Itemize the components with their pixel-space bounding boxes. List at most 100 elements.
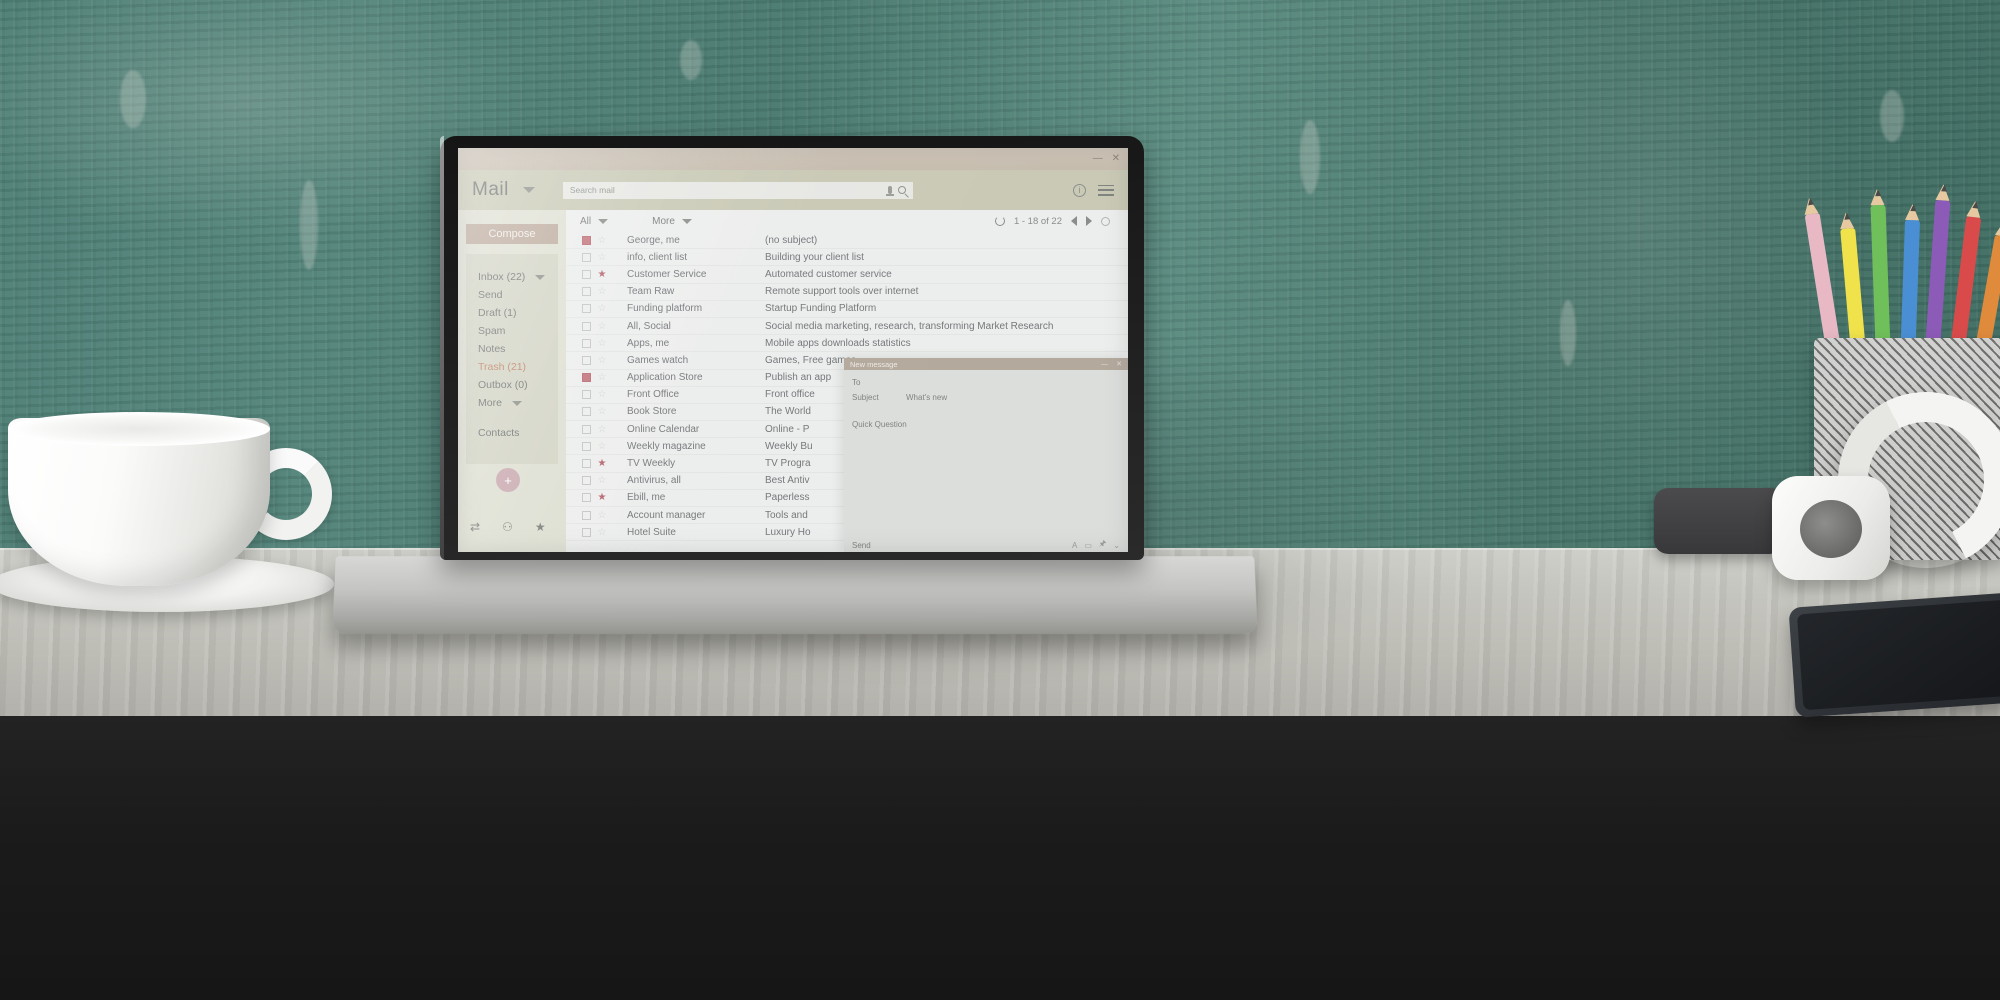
chevron-down-icon[interactable] (511, 400, 522, 406)
email-sender: info, client list (627, 251, 688, 263)
row-checkbox[interactable] (582, 527, 591, 537)
email-subject: Social media marketing, research, transf… (765, 320, 1054, 332)
star-icon[interactable]: ☆ (591, 510, 613, 521)
send-button[interactable]: Send (852, 541, 871, 550)
chevron-down-icon[interactable] (522, 187, 535, 193)
row-checkbox[interactable] (582, 476, 591, 486)
star-icon[interactable]: ☆ (591, 286, 613, 297)
table-row[interactable]: ☆ Team Raw Remote support tools over int… (566, 284, 1128, 301)
minimize-button[interactable]: — (1093, 154, 1103, 164)
more-actions-dropdown[interactable]: More (652, 216, 692, 227)
star-icon[interactable]: ☆ (591, 303, 613, 314)
row-checkbox[interactable] (582, 252, 591, 262)
row-checkbox[interactable] (582, 355, 591, 365)
star-icon[interactable]: ☆ (591, 252, 613, 263)
table-row[interactable]: ☆ George, me (no subject) (566, 232, 1128, 250)
search-icon[interactable] (897, 186, 906, 194)
compose-to-row[interactable]: To (852, 376, 1120, 391)
star-icon[interactable]: ☆ (591, 406, 613, 417)
email-sender: All, Social (627, 320, 671, 332)
star-icon[interactable]: ★ (535, 520, 546, 534)
settings-dot-icon[interactable] (1101, 216, 1110, 226)
star-icon[interactable]: ★ (591, 492, 613, 503)
table-row[interactable]: ☆ All, Social Social media marketing, re… (566, 318, 1128, 336)
sidebar-item-draft[interactable]: Draft (1) (478, 304, 558, 322)
email-sender: Apps, me (627, 337, 670, 349)
chevron-down-icon[interactable] (535, 274, 546, 280)
laptop-screen: — ✕ Mail Search mail i Compose Inbox (22… (458, 148, 1128, 552)
sidebar-item-send[interactable]: Send (478, 286, 558, 304)
close-icon[interactable]: ✕ (1116, 360, 1122, 368)
row-checkbox[interactable] (582, 338, 591, 348)
star-icon[interactable]: ☆ (591, 527, 613, 538)
close-button[interactable]: ✕ (1112, 154, 1120, 164)
row-checkbox[interactable] (582, 441, 591, 451)
row-checkbox[interactable] (582, 321, 591, 331)
compose-button[interactable]: Compose (466, 224, 558, 244)
row-checkbox[interactable] (582, 407, 591, 417)
info-icon[interactable]: i (1073, 183, 1086, 197)
row-checkbox[interactable] (582, 287, 591, 297)
compose-subject-row[interactable]: Subject What's new (852, 391, 1120, 406)
chevron-down-icon[interactable] (598, 218, 609, 224)
row-checkbox[interactable] (582, 493, 591, 503)
chevron-down-icon[interactable]: ⌄ (1113, 541, 1120, 550)
row-checkbox[interactable] (582, 459, 591, 469)
row-checkbox[interactable] (582, 373, 591, 383)
sidebar-item-notes[interactable]: Notes (478, 340, 558, 358)
row-checkbox[interactable] (582, 510, 591, 520)
chevron-down-icon[interactable] (681, 218, 692, 224)
microphone-icon[interactable] (885, 186, 894, 196)
star-icon[interactable]: ☆ (591, 235, 613, 246)
chevron-right-icon[interactable] (1086, 216, 1092, 226)
attachment-icon[interactable]: 🖈 (1099, 538, 1106, 552)
sidebar-item-more[interactable]: More (478, 394, 558, 412)
star-icon[interactable]: ☆ (591, 389, 613, 400)
people-icon[interactable]: ⚇ (502, 520, 513, 534)
star-icon[interactable]: ★ (591, 269, 613, 280)
settings-sliders-icon[interactable]: ⇄ (470, 520, 480, 534)
table-row[interactable]: ☆ Apps, me Mobile apps downloads statist… (566, 335, 1128, 353)
search-input[interactable]: Search mail (562, 181, 913, 199)
compose-popup-title: New message (850, 359, 898, 369)
row-checkbox[interactable] (582, 235, 591, 245)
compose-message-body[interactable]: Quick Question (852, 420, 1120, 429)
star-icon[interactable]: ☆ (591, 441, 613, 452)
sidebar: Compose Inbox (22) Send Draft (1) Spam N… (458, 210, 566, 552)
sidebar-item-contacts[interactable]: Contacts (478, 424, 558, 442)
row-checkbox[interactable] (582, 390, 591, 400)
star-icon[interactable]: ☆ (591, 338, 613, 349)
refresh-icon[interactable] (994, 216, 1005, 226)
row-checkbox[interactable] (582, 424, 591, 434)
minimize-icon[interactable]: — (1101, 361, 1108, 368)
add-button[interactable]: + (496, 468, 520, 492)
sidebar-item-outbox[interactable]: Outbox (0) (478, 376, 558, 394)
star-icon[interactable]: ☆ (591, 355, 613, 366)
star-icon[interactable]: ☆ (591, 424, 613, 435)
search-placeholder: Search mail (569, 185, 615, 195)
more-actions-label: More (652, 215, 675, 227)
chevron-left-icon[interactable] (1071, 216, 1077, 226)
sidebar-item-inbox[interactable]: Inbox (22) (478, 268, 558, 286)
text-format-icon[interactable]: A (1072, 541, 1077, 550)
row-checkbox[interactable] (582, 269, 591, 279)
compose-to-label: To (852, 378, 861, 387)
star-icon[interactable]: ☆ (591, 321, 613, 332)
image-icon[interactable]: ▭ (1084, 541, 1092, 550)
sidebar-item-trash[interactable]: Trash (21) (478, 358, 558, 376)
email-sender: Online Calendar (627, 423, 700, 435)
sidebar-item-spam[interactable]: Spam (478, 322, 558, 340)
hamburger-menu-icon[interactable] (1098, 184, 1114, 196)
table-row[interactable]: ☆ info, client list Building your client… (566, 249, 1128, 267)
email-subject: Building your client list (765, 251, 864, 263)
compose-popup[interactable]: New message — ✕ To Subject What's new Qu… (844, 358, 1128, 552)
email-sender: TV Weekly (627, 458, 676, 470)
star-icon[interactable]: ☆ (591, 372, 613, 383)
star-icon[interactable]: ☆ (591, 475, 613, 486)
row-checkbox[interactable] (582, 304, 591, 314)
table-row[interactable]: ☆ Funding platform Startup Funding Platf… (566, 301, 1128, 318)
star-icon[interactable]: ★ (591, 458, 613, 469)
compose-subject-input[interactable]: What's new (906, 391, 947, 406)
filter-all-dropdown[interactable]: All (580, 216, 609, 227)
table-row[interactable]: ★ Customer Service Automated customer se… (566, 266, 1128, 284)
